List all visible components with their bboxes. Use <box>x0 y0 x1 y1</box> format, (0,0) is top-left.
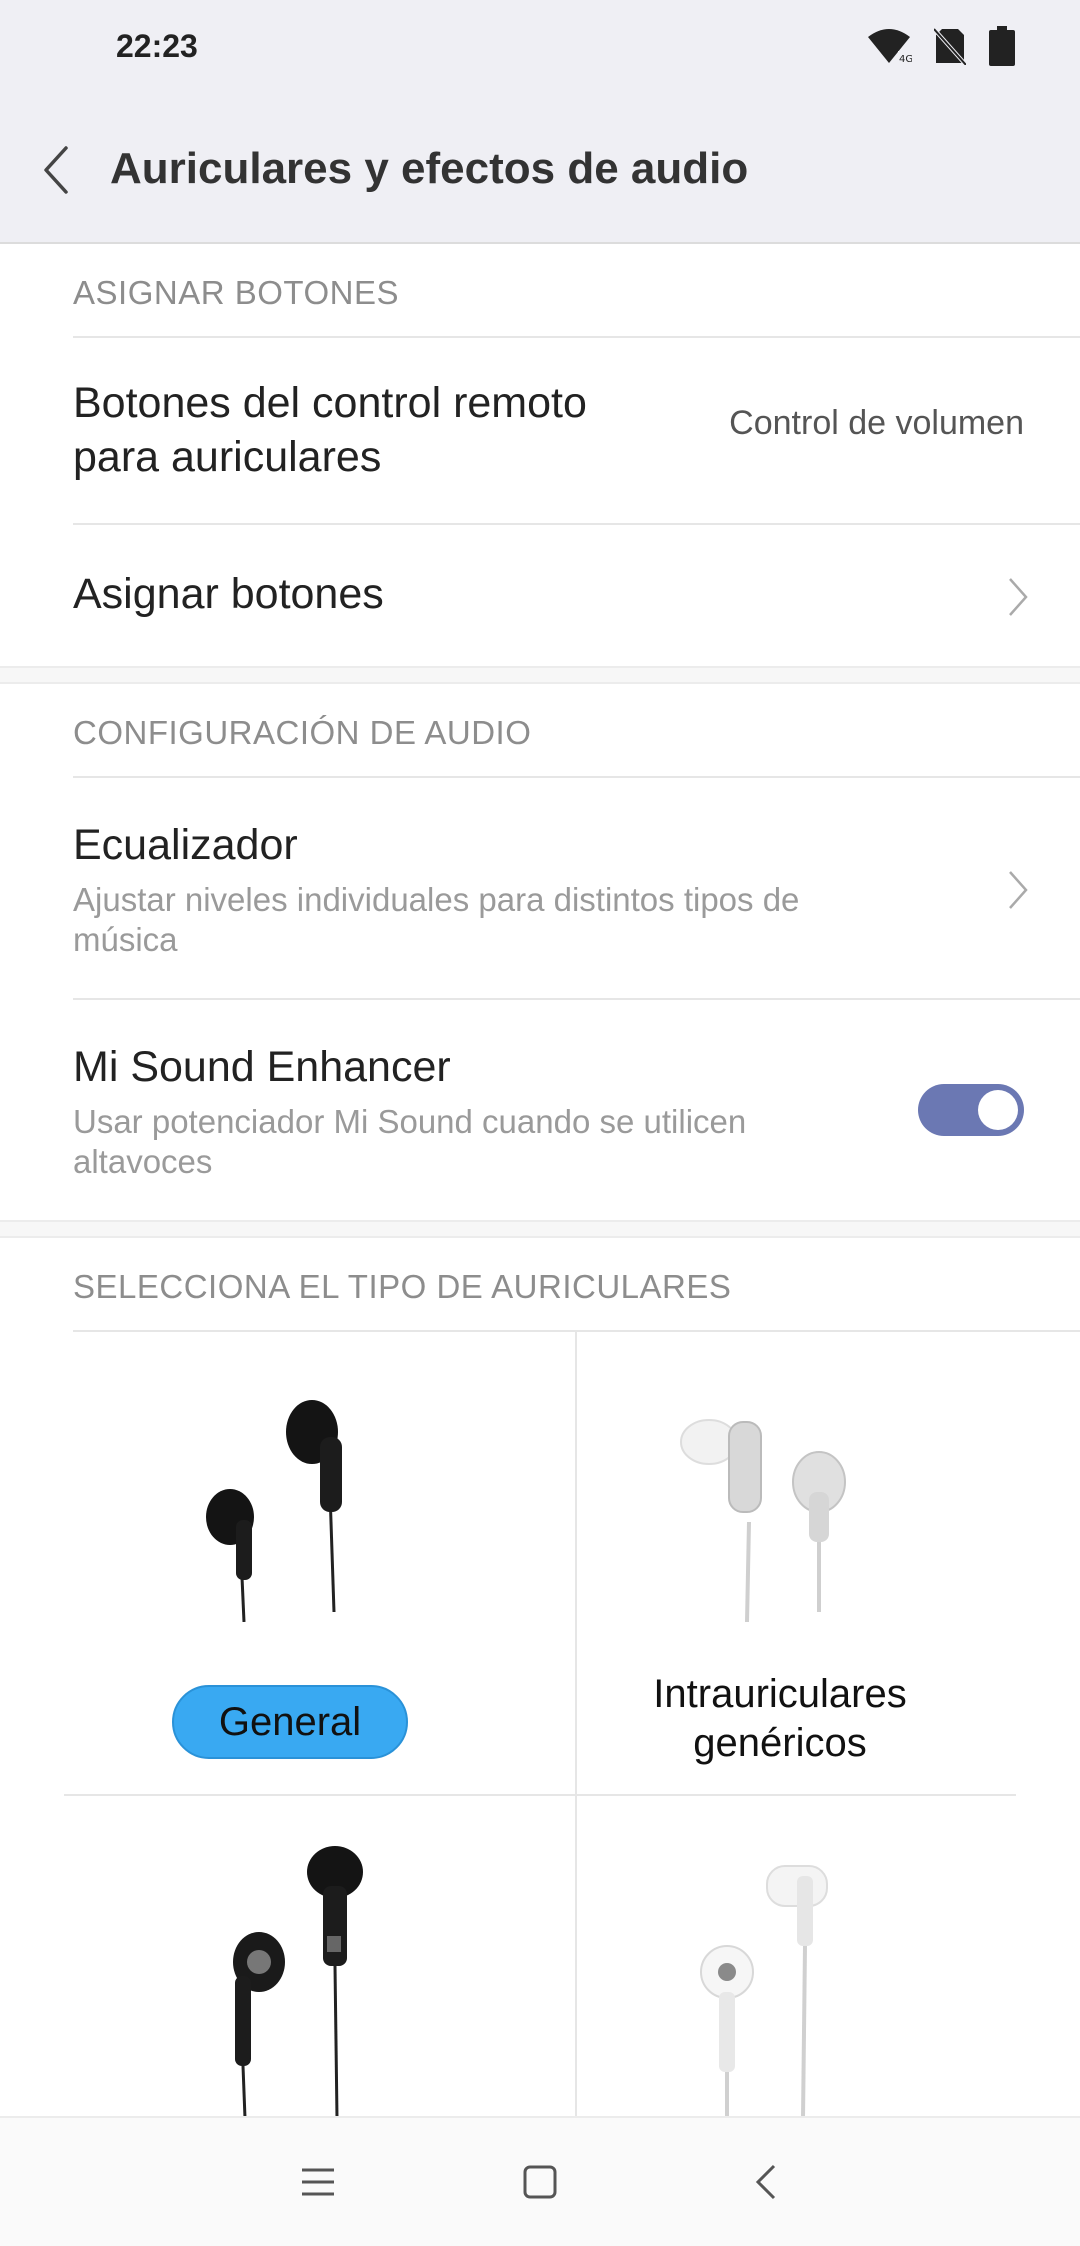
white-earbuds-icon <box>700 1865 828 2118</box>
section-gap <box>0 666 1080 684</box>
headphone-type-general[interactable]: General <box>0 1332 575 1794</box>
mi-sound-enhancer-title: Mi Sound Enhancer <box>73 1043 451 1091</box>
menu-icon[interactable] <box>300 2162 336 2202</box>
status-time: 22:23 <box>116 28 198 64</box>
section-header-audio: CONFIGURACIÓN DE AUDIO <box>0 684 1080 776</box>
section-header-assign: ASIGNAR BOTONES <box>0 244 1080 336</box>
general-label-pill: General <box>172 1685 408 1759</box>
in-ear-generic-label: Intrauriculares genéricos <box>590 1670 970 1768</box>
remote-buttons-row[interactable]: Botones del control remoto para auricula… <box>0 338 1080 523</box>
remote-buttons-title-line1: Botones del control remoto <box>73 379 587 427</box>
section-gap <box>0 1220 1080 1238</box>
wifi-icon: 4G <box>868 29 912 65</box>
section-header-headphones: SELECCIONA EL TIPO DE AURICULARES <box>0 1238 1080 1330</box>
in-ear-generic-label-line2: genéricos <box>693 1721 867 1765</box>
in-ear-generic-label-line1: Intrauriculares <box>653 1672 907 1716</box>
headphone-type-in-ear-generic[interactable]: Intrauriculares genéricos <box>577 1332 1080 1794</box>
battery-icon <box>989 26 1015 66</box>
remote-buttons-value: Control de volumen <box>729 404 1024 442</box>
section-label: ASIGNAR BOTONES <box>73 274 399 311</box>
status-bar: 22:23 4G <box>0 0 1080 100</box>
toggle-knob <box>978 1090 1018 1130</box>
assign-buttons-title: Asignar botones <box>73 570 384 618</box>
headphone-type-earbud-black[interactable] <box>0 1796 575 2118</box>
no-sim-icon <box>934 27 966 65</box>
equalizer-subtitle: Ajustar niveles individuales para distin… <box>73 881 800 958</box>
equalizer-title: Ecualizador <box>73 821 298 869</box>
app-header: Auriculares y efectos de audio <box>0 100 1080 244</box>
remote-buttons-title-line2: para auriculares <box>73 433 382 481</box>
home-icon[interactable] <box>522 2162 558 2202</box>
headphone-type-in-ear-white[interactable] <box>577 1796 1080 2118</box>
svg-text:4G: 4G <box>899 54 912 65</box>
status-icons: 4G <box>866 26 1016 66</box>
chevron-left-icon[interactable] <box>36 140 76 200</box>
page-title: Auriculares y efectos de audio <box>110 144 749 193</box>
chevron-right-icon <box>1009 871 1028 909</box>
mi-sound-enhancer-row[interactable]: Mi Sound Enhancer Usar potenciador Mi So… <box>0 1000 1080 1220</box>
mi-sound-enhancer-toggle[interactable] <box>918 1084 1024 1136</box>
mi-sound-enhancer-subtitle: Usar potenciador Mi Sound cuando se util… <box>73 1103 747 1180</box>
headphone-type-grid: General Intrauriculares genéricos <box>0 1332 1080 2118</box>
black-earbuds-icon <box>206 1400 342 1622</box>
black-earbuds-icon <box>233 1846 363 2118</box>
section-label: CONFIGURACIÓN DE AUDIO <box>73 714 532 751</box>
settings-list: ASIGNAR BOTONES Botones del control remo… <box>0 244 1080 2118</box>
navigation-bar <box>0 2116 1080 2246</box>
white-earbuds-icon <box>680 1419 846 1622</box>
assign-buttons-row[interactable]: Asignar botones <box>0 525 1080 666</box>
section-label: SELECCIONA EL TIPO DE AURICULARES <box>73 1268 732 1305</box>
chevron-right-icon <box>1009 578 1028 616</box>
back-icon[interactable] <box>752 2162 782 2202</box>
equalizer-row[interactable]: Ecualizador Ajustar niveles individuales… <box>0 778 1080 998</box>
